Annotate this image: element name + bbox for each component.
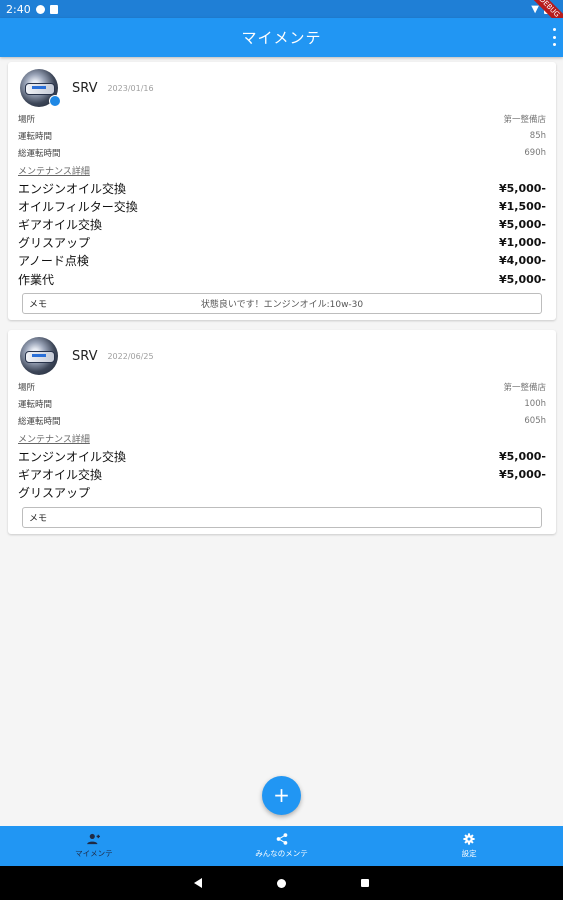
info-label: 運転時間 bbox=[18, 399, 53, 410]
maintenance-card[interactable]: SRV 2023/01/16 場所 第一整備店 運転時間 85h 総運転時間 6… bbox=[8, 62, 556, 321]
item-price: ¥4,000- bbox=[498, 254, 546, 268]
vehicle-name: SRV bbox=[72, 348, 98, 364]
item-name: 作業代 bbox=[18, 272, 55, 287]
vehicle-name: SRV bbox=[72, 80, 98, 96]
item-row: グリスアップ ¥1,000- bbox=[18, 234, 546, 252]
item-price: ¥1,500- bbox=[498, 199, 546, 213]
info-row-total-hours: 総運転時間 605h bbox=[18, 412, 546, 429]
info-value: 第一整備店 bbox=[503, 114, 546, 125]
info-label: 総運転時間 bbox=[18, 416, 61, 427]
item-row: エンジンオイル交換 ¥5,000- bbox=[18, 447, 546, 465]
notification-icon bbox=[35, 4, 45, 14]
nav-label: 設定 bbox=[461, 849, 477, 858]
item-name: エンジンオイル交換 bbox=[18, 181, 127, 196]
vehicle-avatar bbox=[20, 337, 58, 376]
memo-text: 状態良いです！エンジンオイル:10w-30 bbox=[200, 300, 364, 311]
person-add-icon bbox=[86, 833, 100, 845]
info-value: 100h bbox=[524, 398, 546, 409]
info-label: 場所 bbox=[18, 114, 36, 125]
item-price: ¥5,000- bbox=[498, 181, 546, 195]
item-row: エンジンオイル交換 ¥5,000- bbox=[18, 179, 546, 197]
maintenance-list: SRV 2023/01/16 場所 第一整備店 運転時間 85h 総運転時間 6… bbox=[8, 62, 556, 544]
nav-everyone-maintenance[interactable]: みんなのメンテ bbox=[188, 826, 376, 866]
item-price: ¥5,000- bbox=[498, 217, 546, 231]
app-bar: マイメンテ bbox=[0, 18, 563, 57]
record-date: 2022/06/25 bbox=[107, 351, 154, 361]
info-value: 第一整備店 bbox=[503, 382, 546, 393]
sync-badge-icon bbox=[49, 95, 61, 107]
item-price: ¥5,000- bbox=[498, 272, 546, 286]
info-row-location: 場所 第一整備店 bbox=[18, 378, 546, 395]
nav-my-maintenance[interactable]: マイメンテ bbox=[0, 826, 188, 866]
info-row-hours: 運転時間 85h bbox=[18, 127, 546, 144]
gear-icon bbox=[463, 833, 475, 845]
item-price: ¥5,000- bbox=[498, 449, 546, 463]
item-row: アノード点検 ¥4,000- bbox=[18, 252, 546, 270]
page-title: マイメンテ bbox=[241, 29, 322, 47]
memo-box: メモ 状態良いです！エンジンオイル:10w-30 bbox=[22, 293, 542, 315]
add-record-button[interactable]: + bbox=[262, 776, 301, 815]
home-icon[interactable] bbox=[277, 878, 286, 888]
item-name: エンジンオイル交換 bbox=[18, 449, 127, 464]
info-value: 85h bbox=[529, 130, 546, 141]
back-icon[interactable] bbox=[194, 878, 202, 888]
info-row-location: 場所 第一整備店 bbox=[18, 110, 546, 127]
status-bar: 2:40 ▼ DEBUG bbox=[0, 0, 563, 33]
item-name: ギアオイル交換 bbox=[18, 217, 103, 232]
info-row-total-hours: 総運転時間 690h bbox=[18, 144, 546, 161]
vehicle-avatar bbox=[20, 69, 61, 107]
nav-label: みんなのメンテ bbox=[255, 849, 308, 858]
item-price: ¥1,000- bbox=[498, 236, 546, 250]
nav-settings[interactable]: 設定 bbox=[375, 826, 563, 866]
item-row: ギアオイル交換 ¥5,000- bbox=[18, 215, 546, 233]
boat-image-icon bbox=[25, 83, 55, 95]
info-row-hours: 運転時間 100h bbox=[18, 395, 546, 412]
bottom-navigation: マイメンテ みんなのメンテ 設定 bbox=[0, 826, 563, 866]
status-time: 2:40 bbox=[6, 2, 31, 16]
item-name: アノード点検 bbox=[18, 254, 89, 269]
info-value: 605h bbox=[524, 415, 546, 426]
item-row: オイルフィルター交換 ¥1,500- bbox=[18, 197, 546, 215]
record-date: 2023/01/16 bbox=[107, 83, 154, 93]
sim-icon bbox=[49, 4, 58, 14]
item-name: グリスアップ bbox=[18, 236, 91, 251]
item-price: ¥5,000- bbox=[498, 467, 546, 481]
memo-label: メモ bbox=[29, 513, 48, 524]
recent-apps-icon[interactable] bbox=[361, 879, 369, 887]
item-name: ギアオイル交換 bbox=[18, 467, 103, 482]
info-value: 690h bbox=[524, 147, 546, 158]
share-icon bbox=[276, 833, 287, 845]
maintenance-details-label: メンテナンス詳細 bbox=[18, 434, 90, 445]
info-label: 総運転時間 bbox=[18, 148, 61, 159]
more-menu-icon[interactable] bbox=[551, 28, 557, 46]
maintenance-card[interactable]: SRV 2022/06/25 場所 第一整備店 運転時間 100h 総運転時間 … bbox=[8, 330, 556, 534]
wifi-icon: ▼ bbox=[531, 3, 539, 15]
info-label: 運転時間 bbox=[18, 131, 53, 142]
nav-label: マイメンテ bbox=[75, 849, 113, 858]
boat-image-icon bbox=[25, 351, 55, 364]
system-navigation-bar bbox=[0, 866, 563, 900]
item-row: グリスアップ bbox=[18, 484, 546, 502]
memo-box: メモ bbox=[22, 506, 542, 528]
item-row: 作業代 ¥5,000- bbox=[18, 270, 546, 288]
item-name: オイルフィルター交換 bbox=[18, 199, 138, 214]
item-row: ギアオイル交換 ¥5,000- bbox=[18, 465, 546, 483]
item-name: グリスアップ bbox=[18, 486, 91, 501]
maintenance-details-label: メンテナンス詳細 bbox=[18, 166, 90, 177]
info-label: 場所 bbox=[18, 382, 36, 393]
